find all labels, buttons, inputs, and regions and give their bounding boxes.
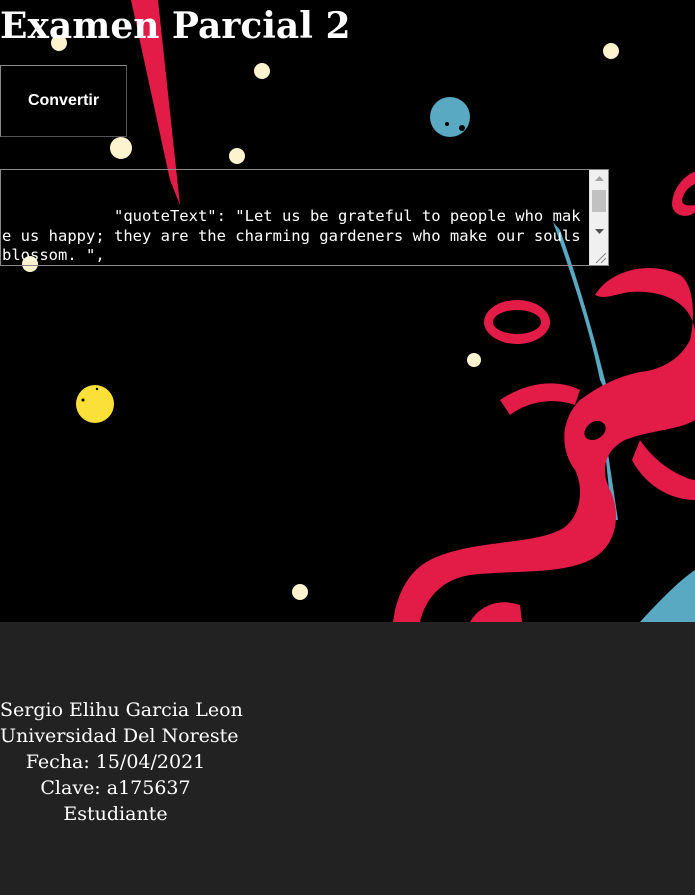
cream-dot — [229, 148, 245, 164]
cream-dot — [254, 63, 270, 79]
triangle-up-icon[interactable] — [590, 170, 608, 187]
triangle-down-icon[interactable] — [590, 223, 608, 240]
page: Examen Parcial 2 Convertir "quoteText": … — [0, 0, 695, 895]
convert-button[interactable]: Convertir — [0, 65, 127, 137]
cream-dot — [467, 353, 481, 367]
blue-arc — [640, 570, 695, 622]
main-stage: Examen Parcial 2 Convertir "quoteText": … — [0, 0, 695, 622]
blue-blob — [430, 97, 470, 137]
red-splash-right — [632, 440, 695, 500]
student-role: Estudiante — [63, 803, 168, 825]
red-splash-lower — [470, 602, 522, 622]
scrollbar-thumb[interactable] — [592, 190, 606, 212]
cream-dot — [292, 584, 308, 600]
exam-date: Fecha: 15/04/2021 — [25, 751, 206, 773]
resize-grip-icon[interactable] — [590, 241, 608, 265]
cream-dot — [603, 43, 619, 59]
output-content: "quoteText": "Let us be grateful to peop… — [2, 207, 581, 264]
yellow-dot — [76, 385, 114, 423]
cream-dot — [110, 137, 132, 159]
page-title: Examen Parcial 2 — [0, 5, 351, 47]
student-name: Sergio Elihu Garcia Leon — [0, 699, 243, 721]
student-id: Clave: a175637 — [40, 777, 191, 799]
output-text: "quoteText": "Let us be grateful to peop… — [2, 170, 588, 265]
student-info: Sergio Elihu Garcia Leon Universidad Del… — [0, 697, 243, 827]
red-splash-arm — [500, 383, 580, 415]
output-textarea[interactable]: "quoteText": "Let us be grateful to peop… — [0, 169, 609, 266]
university-name: Universidad Del Noreste — [0, 725, 239, 747]
footer: Sergio Elihu Garcia Leon Universidad Del… — [0, 622, 695, 895]
